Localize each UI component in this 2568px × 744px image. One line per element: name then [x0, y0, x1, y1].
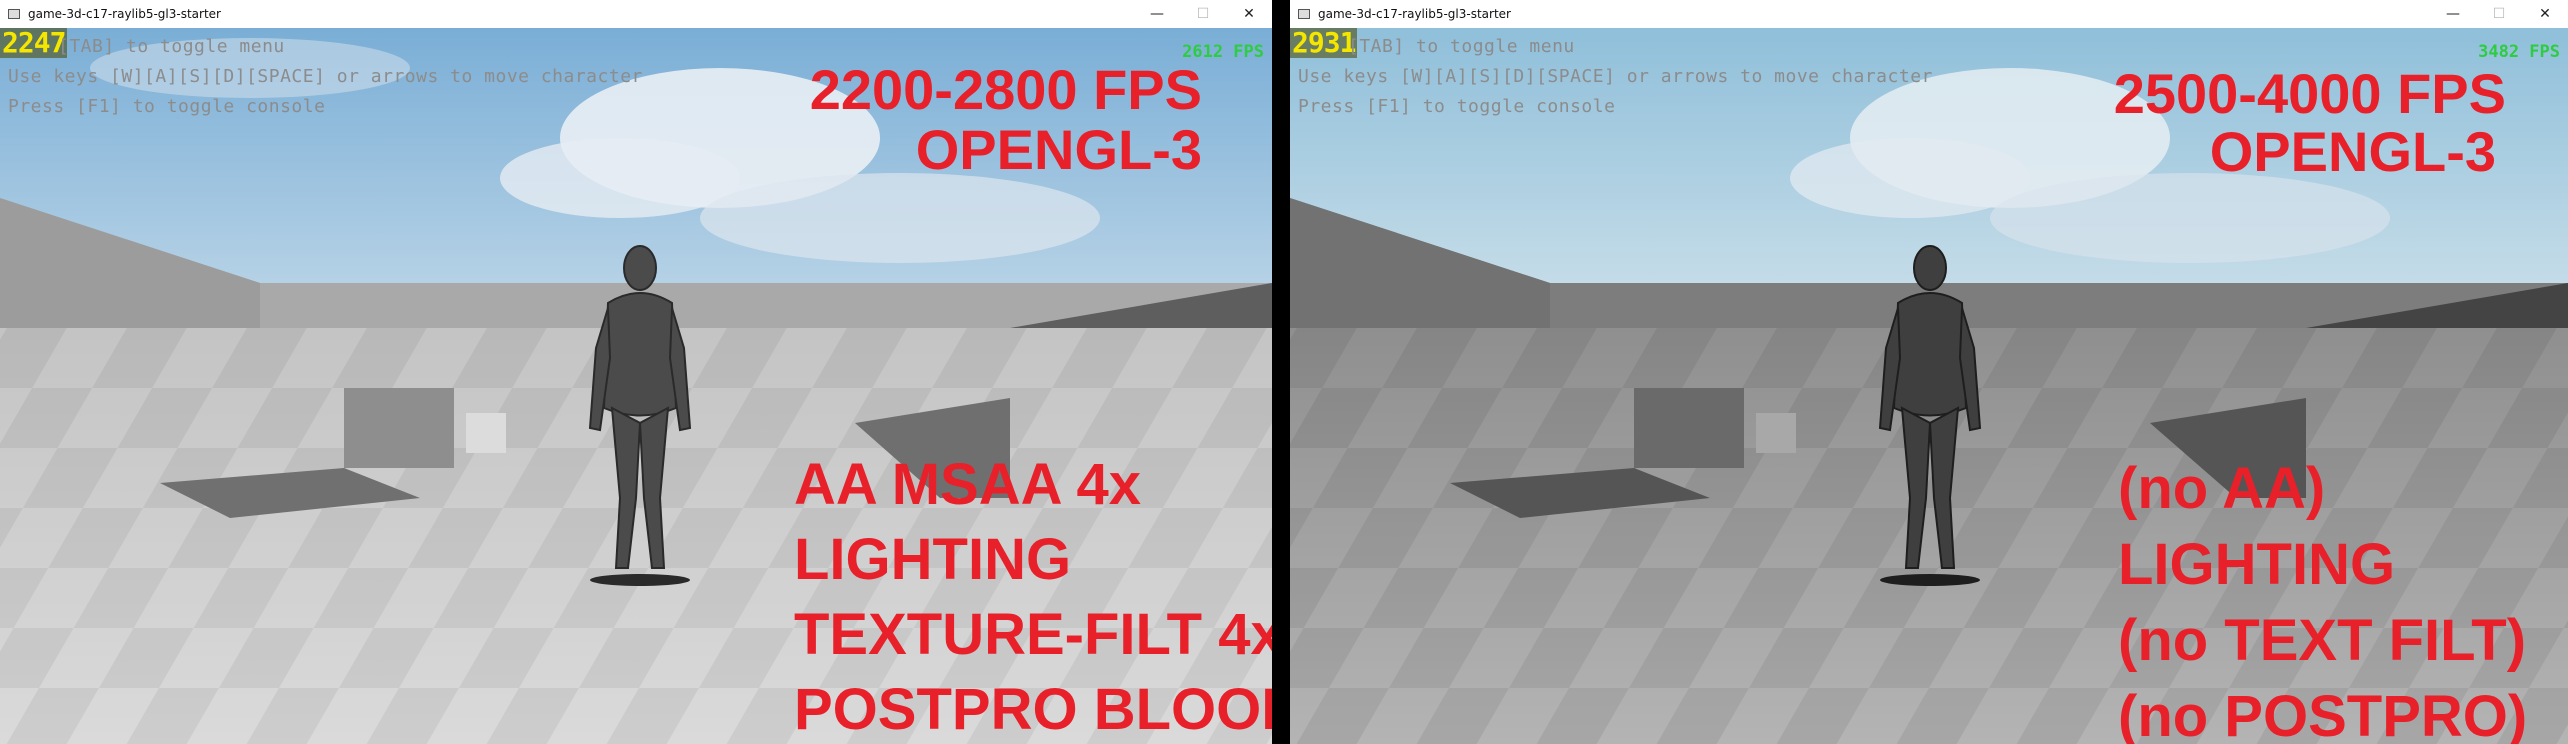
feature-label: POSTPRO BLOOM: [794, 677, 1272, 742]
game-viewport[interactable]: 2931 [TAB] to toggle menu Use keys [W][A…: [1290, 28, 2568, 744]
minimize-button[interactable]: —: [1134, 0, 1180, 28]
maximize-button[interactable]: ☐: [1180, 0, 1226, 28]
feature-label: (no TEXT FILT): [2118, 608, 2527, 673]
feature-label: AA MSAA 4x: [794, 452, 1141, 517]
api-label: OPENGL-3: [915, 118, 1202, 181]
move-hint: Use keys [W][A][S][D][SPACE] or arrows t…: [1298, 66, 1933, 87]
fps-range-label: 2500-4000 FPS: [2113, 62, 2506, 125]
title-bar[interactable]: game-3d-c17-raylib5-gl3-starter — ☐ ✕: [1290, 0, 2568, 28]
app-icon: [1298, 9, 1310, 19]
fps-corner-readout: 3482 FPS: [2478, 42, 2560, 62]
move-hint: Use keys [W][A][S][D][SPACE] or arrows t…: [8, 66, 643, 87]
feature-label: LIGHTING: [794, 527, 1072, 592]
game-window-right[interactable]: game-3d-c17-raylib5-gl3-starter — ☐ ✕ 29…: [1290, 0, 2568, 744]
app-icon: [8, 9, 20, 19]
maximize-button[interactable]: ☐: [2476, 0, 2522, 28]
feature-label: (no AA): [2118, 456, 2326, 521]
feature-label: (no POSTPRO): [2118, 684, 2528, 744]
feature-label: TEXTURE-FILT 4x: [794, 602, 1272, 667]
game-viewport[interactable]: 2247 [TAB] to toggle menu Use keys [W][A…: [0, 28, 1272, 744]
api-label: OPENGL-3: [2209, 120, 2496, 183]
game-window-left[interactable]: game-3d-c17-raylib5-gl3-starter — ☐ ✕ 22…: [0, 0, 1272, 744]
console-hint: Press [F1] to toggle console: [1298, 96, 1616, 117]
close-button[interactable]: ✕: [1226, 0, 1272, 28]
window-title: game-3d-c17-raylib5-gl3-starter: [28, 7, 221, 21]
close-button[interactable]: ✕: [2522, 0, 2568, 28]
minimize-button[interactable]: —: [2430, 0, 2476, 28]
fps-range-label: 2200-2800 FPS: [809, 58, 1202, 121]
feature-label: LIGHTING: [2118, 532, 2396, 597]
window-title: game-3d-c17-raylib5-gl3-starter: [1318, 7, 1511, 21]
console-hint: Press [F1] to toggle console: [8, 96, 326, 117]
menu-hint: [TAB] to toggle menu: [58, 36, 285, 57]
title-bar[interactable]: game-3d-c17-raylib5-gl3-starter — ☐ ✕: [0, 0, 1272, 28]
menu-hint: [TAB] to toggle menu: [1348, 36, 1575, 57]
